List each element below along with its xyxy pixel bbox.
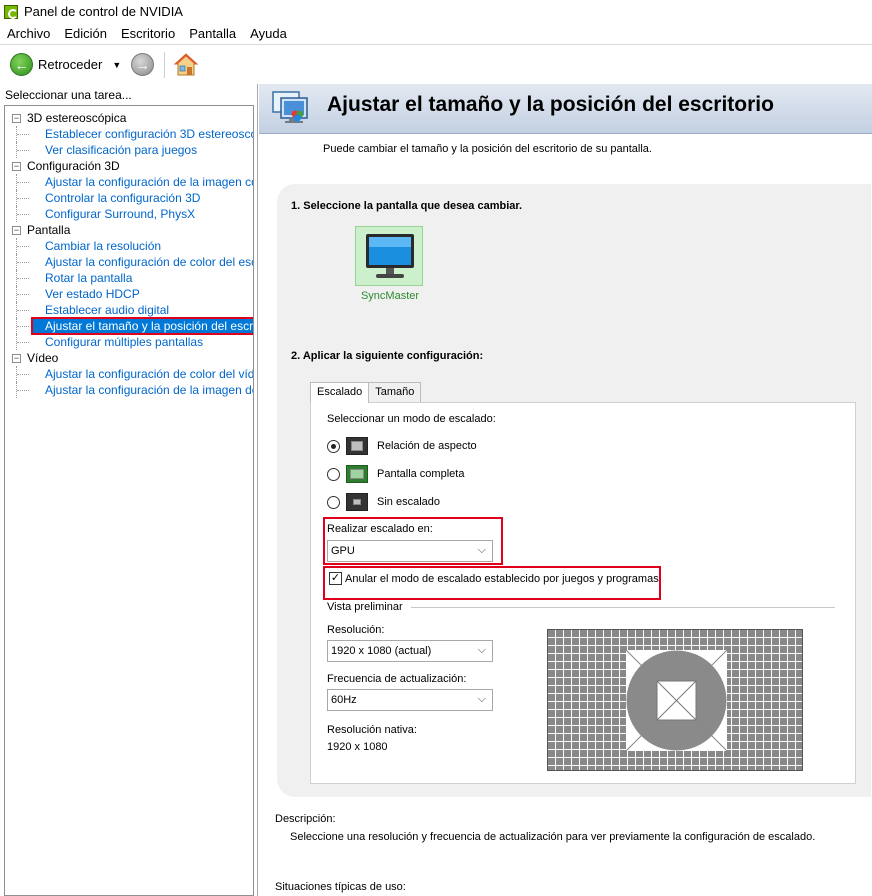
refresh-rate-label: Frecuencia de actualización: <box>327 673 467 685</box>
back-arrow-icon: ← <box>10 53 33 76</box>
tree-category-3d-settings[interactable]: − Configuración 3D <box>5 158 253 174</box>
perform-scaling-select[interactable]: GPU ⌵ <box>327 540 493 562</box>
chevron-down-icon: ⌵ <box>477 693 486 705</box>
tree-item-change-resolution[interactable]: Cambiar la resolución <box>5 238 253 254</box>
perform-scaling-label: Realizar escalado en: <box>327 523 433 535</box>
tree-category-video[interactable]: − Vídeo <box>5 350 253 366</box>
step2-title: 2. Aplicar la siguiente configuración: <box>291 350 484 362</box>
tree-item-rotate-display[interactable]: Rotar la pantalla <box>5 270 253 286</box>
task-tree: − 3D estereoscópica Establecer configura… <box>4 105 254 896</box>
collapse-icon[interactable]: − <box>12 225 21 235</box>
tree-item-image-preview[interactable]: Ajustar la configuración de la imagen co… <box>5 174 253 190</box>
menu-escritorio[interactable]: Escritorio <box>114 26 182 41</box>
tree-category-display[interactable]: − Pantalla <box>5 222 253 238</box>
tree-item-multiple-displays[interactable]: Configurar múltiples pantallas <box>5 334 253 350</box>
monitor-icon <box>366 234 414 278</box>
collapse-icon[interactable]: − <box>12 353 21 363</box>
chevron-down-icon: ⌵ <box>477 644 486 656</box>
chevron-down-icon: ⌵ <box>477 544 486 556</box>
forward-arrow-icon[interactable]: → <box>131 53 155 76</box>
aspect-ratio-icon <box>346 437 368 455</box>
collapse-icon[interactable]: − <box>12 113 21 123</box>
description-title: Descripción: <box>275 813 336 825</box>
settings-panel: 1. Seleccione la pantalla que desea camb… <box>277 184 871 797</box>
radio-no-scaling[interactable]: Sin escalado <box>327 491 440 513</box>
tree-item-manage-3d[interactable]: Controlar la configuración 3D <box>5 190 253 206</box>
menu-ayuda[interactable]: Ayuda <box>243 26 294 41</box>
description-text: Seleccione una resolución y frecuencia d… <box>290 831 816 843</box>
step1-title: 1. Seleccione la pantalla que desea camb… <box>291 200 523 212</box>
preview-label: Vista preliminar <box>327 601 403 613</box>
tab-scaling[interactable]: Escalado <box>310 382 370 403</box>
resolution-select[interactable]: 1920 x 1080 (actual) ⌵ <box>327 640 493 662</box>
back-button-label: Retroceder <box>38 57 103 72</box>
no-scaling-icon <box>346 493 368 511</box>
radio-button[interactable] <box>327 495 340 509</box>
tree-item-game-ratings[interactable]: Ver clasificación para juegos <box>5 142 253 158</box>
radio-button[interactable] <box>327 467 340 481</box>
full-screen-icon <box>346 465 368 483</box>
tree-item-hdcp-status[interactable]: Ver estado HDCP <box>5 286 253 302</box>
tree-category-3d-stereo[interactable]: − 3D estereoscópica <box>5 110 253 126</box>
history-dropdown-icon[interactable]: ▼ <box>112 60 121 70</box>
tree-item-video-image[interactable]: Ajustar la configuración de la imagen de… <box>5 382 253 398</box>
toolbar: ← Retroceder ▼ → <box>0 44 872 84</box>
monitor-tile-syncmaster[interactable] <box>355 226 423 286</box>
display-settings-icon <box>271 90 311 128</box>
scaling-mode-label: Seleccionar un modo de escalado: <box>327 413 496 425</box>
page-header: Ajustar el tamaño y la posición del escr… <box>259 84 872 134</box>
nvidia-app-icon <box>4 4 18 19</box>
tree-item-video-color[interactable]: Ajustar la configuración de color del ví… <box>5 366 253 382</box>
menu-archivo[interactable]: Archivo <box>0 26 57 41</box>
content-pane: Ajustar el tamaño y la posición del escr… <box>259 84 872 896</box>
refresh-rate-select[interactable]: 60Hz ⌵ <box>327 689 493 711</box>
scaling-tab-panel: Seleccionar un modo de escalado: Relació… <box>310 402 856 784</box>
home-icon[interactable] <box>173 52 199 78</box>
resolution-label: Resolución: <box>327 624 385 636</box>
override-scaling-label: Anular el modo de escalado establecido p… <box>345 573 659 585</box>
tree-item-digital-audio[interactable]: Establecer audio digital <box>5 302 253 318</box>
task-sidebar: Seleccionar una tarea... − 3D estereoscó… <box>0 84 258 896</box>
tree-item-set-stereo-3d[interactable]: Establecer configuración 3D estereoscópi… <box>5 126 253 142</box>
sidebar-header: Seleccionar una tarea... <box>5 88 132 102</box>
menu-bar: Archivo Edición Escritorio Pantalla Ayud… <box>0 23 872 43</box>
native-resolution-label: Resolución nativa: <box>327 724 417 736</box>
page-subtitle: Puede cambiar el tamaño y la posición de… <box>323 143 652 155</box>
native-resolution-value: 1920 x 1080 <box>327 741 388 753</box>
page-title: Ajustar el tamaño y la posición del escr… <box>327 93 774 116</box>
monitor-name: SyncMaster <box>360 290 420 302</box>
override-scaling-checkbox[interactable]: ✓ <box>329 572 342 585</box>
settings-tabs: Escalado Tamaño <box>310 382 422 403</box>
tree-item-desktop-color[interactable]: Ajustar la configuración de color del es… <box>5 254 253 270</box>
window-title: Panel de control de NVIDIA <box>24 4 183 19</box>
tree-item-desktop-size-position[interactable]: Ajustar el tamaño y la posición del escr… <box>5 317 253 335</box>
collapse-icon[interactable]: − <box>12 161 21 171</box>
toolbar-separator <box>164 51 166 78</box>
tab-size[interactable]: Tamaño <box>368 382 422 402</box>
title-bar: Panel de control de NVIDIA <box>0 0 872 23</box>
tree-item-surround-physx[interactable]: Configurar Surround, PhysX <box>5 206 253 222</box>
radio-aspect-ratio[interactable]: Relación de aspecto <box>327 435 477 457</box>
back-button[interactable]: ← Retroceder <box>10 53 102 76</box>
radio-button[interactable] <box>327 439 340 453</box>
scaling-preview-pattern <box>547 629 803 771</box>
menu-pantalla[interactable]: Pantalla <box>182 26 243 41</box>
typical-usage-title: Situaciones típicas de uso: <box>275 881 406 893</box>
preview-divider <box>411 607 835 608</box>
menu-edicion[interactable]: Edición <box>57 26 114 41</box>
radio-full-screen[interactable]: Pantalla completa <box>327 463 464 485</box>
